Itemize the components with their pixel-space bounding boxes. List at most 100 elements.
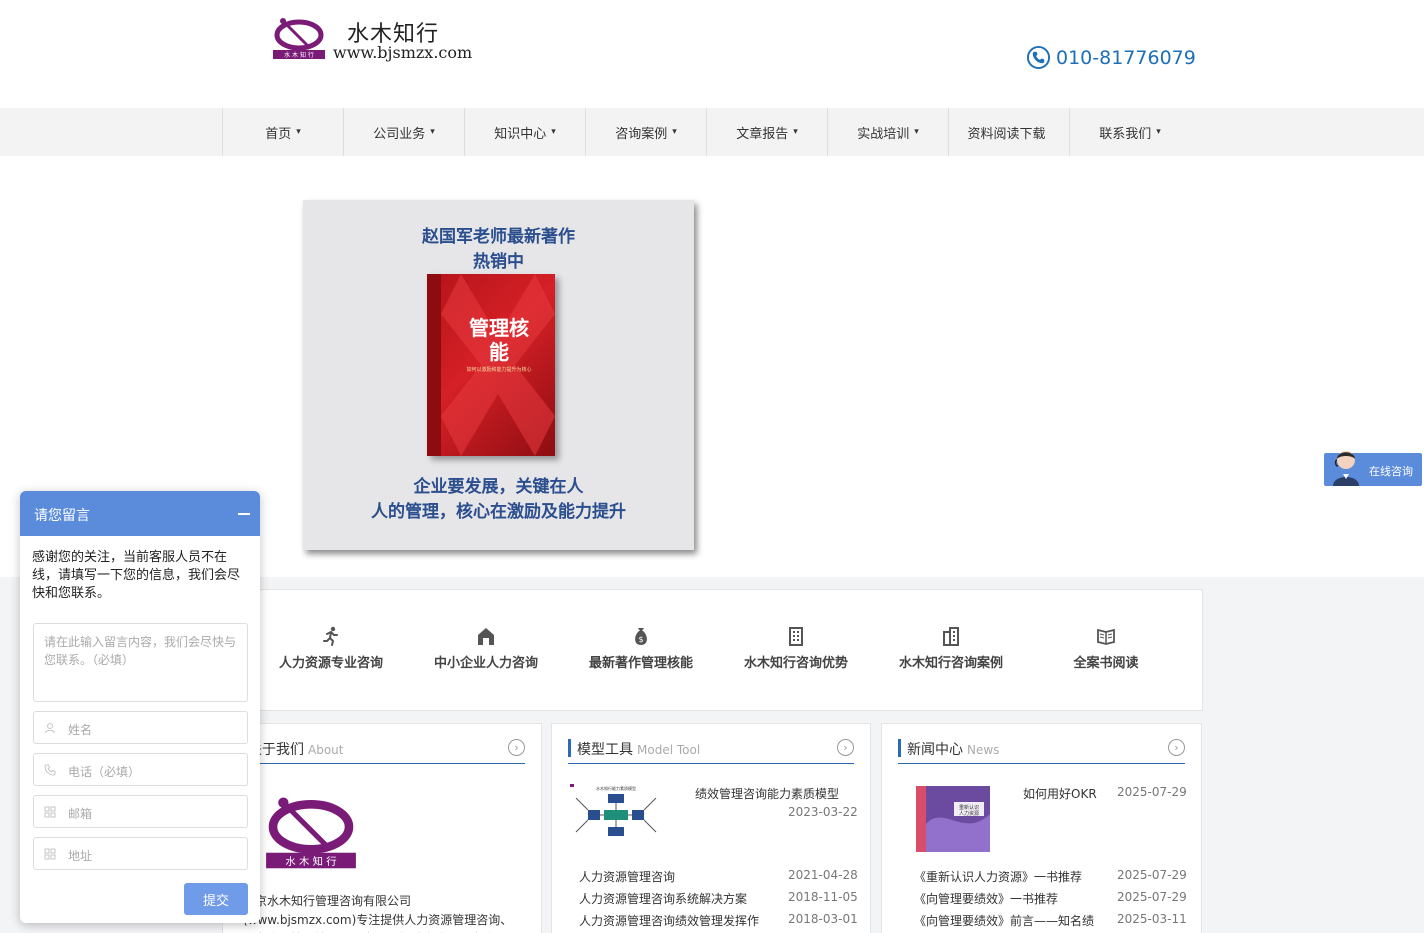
list-item-date: 2025-03-11: [1117, 912, 1187, 926]
phone-field[interactable]: 电话（必填）: [33, 753, 248, 786]
model-tool-panel: 模型工具 Model Tool › 水木知行能力素质模型 绩效管理咨询能力素质模型…: [551, 723, 871, 933]
nav-item-label: 实战培训: [857, 126, 910, 142]
grid-icon: [44, 806, 56, 818]
book-cover: 管理核能 如何以激励和能力提升为核心: [427, 274, 555, 456]
online-consult-button[interactable]: 在线咨询: [1324, 451, 1422, 486]
service-advantage[interactable]: 水木知行咨询优势: [741, 626, 851, 674]
service-book[interactable]: $ 最新著作管理核能: [586, 626, 696, 674]
panel-title[interactable]: 模型工具 Model Tool: [577, 739, 700, 759]
more-arrow-icon[interactable]: ›: [1168, 739, 1185, 756]
list-item[interactable]: 《向管理要绩效》前言——知名绩: [914, 912, 1094, 929]
agent-avatar-icon: [1333, 451, 1359, 486]
list-item[interactable]: 人力资源管理咨询系统解决方案: [579, 890, 747, 907]
money-bag-icon: $: [635, 628, 647, 645]
address-field[interactable]: 地址: [33, 837, 248, 870]
banner-card[interactable]: 赵国军老师最新著作 热销中 管理核能 如何以激励和能力提升为核心 企业要发展，关…: [303, 200, 694, 550]
news-book-thumbnail[interactable]: 重新认识 人力资源: [914, 784, 992, 854]
consult-label: 在线咨询: [1369, 465, 1413, 478]
widget-title: 请您留言: [34, 508, 90, 524]
nav-item-label: 资料阅读下载: [967, 126, 1046, 142]
running-person-icon: [323, 626, 338, 646]
svg-text:$: $: [638, 635, 643, 644]
chevron-down-icon: ▾: [296, 127, 301, 137]
chevron-down-icon: ▾: [551, 127, 556, 137]
phone-icon: [1026, 45, 1051, 70]
field-placeholder: 姓名: [68, 723, 93, 737]
nav-item-cases[interactable]: 咨询案例 ▾: [585, 108, 706, 156]
list-item[interactable]: 《向管理要绩效》一书推荐: [914, 890, 1058, 907]
brand-logo-icon[interactable]: 水 木 知 行: [272, 16, 326, 60]
minimize-icon[interactable]: [238, 513, 250, 515]
message-content-input[interactable]: 请在此输入留言内容，我们会尽快与您联系。（必填）: [33, 623, 248, 702]
building-icon: [789, 627, 803, 646]
panel-header: 新闻中心 News ›: [898, 738, 1185, 764]
nav-item-knowledge[interactable]: 知识中心 ▾: [464, 108, 585, 156]
company-logo-icon[interactable]: 水 木 知 行: [263, 794, 359, 870]
person-icon: [44, 722, 56, 734]
panel-title[interactable]: 关于我们 About: [248, 739, 343, 759]
chevron-down-icon: ▾: [430, 127, 435, 137]
email-field[interactable]: 邮箱: [33, 795, 248, 828]
featured-item-title[interactable]: 绩效管理咨询能力素质模型: [695, 785, 839, 802]
leave-message-widget: 请您留言 感谢您的关注，当前客服人员不在线，请填写一下您的信息，我们会尽快和您联…: [20, 491, 260, 923]
more-arrow-icon[interactable]: ›: [508, 739, 525, 756]
panel-header: 模型工具 Model Tool ›: [568, 738, 854, 764]
featured-item-date: 2023-03-22: [788, 805, 858, 819]
building-icon: [943, 627, 959, 646]
panel-title-en: News: [967, 743, 1000, 757]
svg-text:人力资源: 人力资源: [959, 810, 979, 817]
chevron-down-icon: ▾: [793, 127, 798, 137]
panel-title[interactable]: 新闻中心 News: [907, 739, 999, 759]
list-item[interactable]: 人力资源管理咨询绩效管理发挥作: [579, 912, 759, 929]
nav-item-articles[interactable]: 文章报告 ▾: [706, 108, 827, 156]
featured-item-title[interactable]: 如何用好OKR: [1023, 785, 1097, 802]
nav-item-home[interactable]: 首页 ▾: [222, 108, 343, 156]
nav-item-label: 公司业务: [373, 126, 426, 142]
open-book-icon: [1097, 628, 1115, 645]
nav-item-business[interactable]: 公司业务 ▾: [343, 108, 464, 156]
nav-item-training[interactable]: 实战培训 ▾: [827, 108, 948, 156]
nav-item-contact[interactable]: 联系我们 ▾: [1069, 108, 1190, 156]
phone-icon: [44, 764, 56, 776]
service-label: 全案书阅读: [1073, 656, 1139, 671]
submit-button[interactable]: 提交: [184, 883, 248, 915]
house-icon: [478, 628, 494, 645]
name-field[interactable]: 姓名: [33, 711, 248, 744]
banner-headline-2: 热销中: [473, 252, 524, 272]
about-description: 北京水木知行管理咨询有限公司(www.bjsmzx.com)专注提供人力资源管理…: [243, 894, 513, 933]
field-placeholder: 邮箱: [68, 807, 93, 821]
chevron-down-icon: ▾: [914, 127, 919, 137]
banner-tagline: 企业要发展，关键在人: [413, 477, 584, 497]
nav-item-label: 文章报告: [736, 126, 789, 142]
list-item-date: 2018-03-01: [788, 912, 858, 926]
news-panel: 新闻中心 News › 重新认识 人力资源 如何用好OKR 2025-07-29 …: [881, 723, 1202, 933]
model-diagram-thumbnail[interactable]: 水木知行能力素质模型: [570, 784, 662, 844]
panel-title-en: About: [308, 743, 344, 757]
service-reading[interactable]: 全案书阅读: [1051, 626, 1161, 674]
svg-text:水木知行能力素质模型: 水木知行能力素质模型: [596, 785, 636, 791]
book-spine: [427, 274, 441, 456]
list-item[interactable]: 人力资源管理咨询: [579, 868, 675, 885]
service-cases[interactable]: 水木知行咨询案例: [896, 626, 1006, 674]
nav-item-label: 首页: [265, 126, 292, 142]
panel-accent-bar: [898, 739, 901, 757]
chevron-down-icon: ▾: [1156, 127, 1161, 137]
more-arrow-icon[interactable]: ›: [837, 739, 854, 756]
list-item[interactable]: 《重新认识人力资源》一书推荐: [914, 868, 1082, 885]
main-nav: 首页 ▾ 公司业务 ▾ 知识中心 ▾ 咨询案例 ▾ 文章报告 ▾ 实战培训 ▾ 资料阅读下载…: [0, 108, 1424, 156]
service-sme-consulting[interactable]: 中小企业人力咨询: [431, 626, 541, 674]
about-panel: 关于我们 About › 水 木 知 行 北京水木知行管理咨询有限公司(www.b…: [222, 723, 542, 933]
featured-item-date: 2025-07-29: [1117, 785, 1187, 799]
svg-text:水 木 知 行: 水 木 知 行: [285, 855, 336, 868]
brand-url[interactable]: www.bjsmzx.com: [333, 43, 472, 62]
field-placeholder: 地址: [68, 849, 93, 863]
service-hr-consulting[interactable]: 人力资源专业咨询: [276, 626, 386, 674]
svg-text:水 木 知 行: 水 木 知 行: [284, 51, 314, 59]
services-strip: 人力资源专业咨询 中小企业人力咨询 $ 最新著作管理核能 水木知行咨询优势 水木…: [222, 589, 1203, 711]
service-label: 中小企业人力咨询: [433, 656, 538, 671]
nav-item-downloads[interactable]: 资料阅读下载: [948, 108, 1069, 156]
grid-icon: [44, 848, 56, 860]
book-title: 管理核能: [469, 316, 529, 364]
panel-title-cn: 新闻中心: [907, 742, 963, 758]
book-subtitle: 如何以激励和能力提升为核心: [466, 367, 532, 373]
